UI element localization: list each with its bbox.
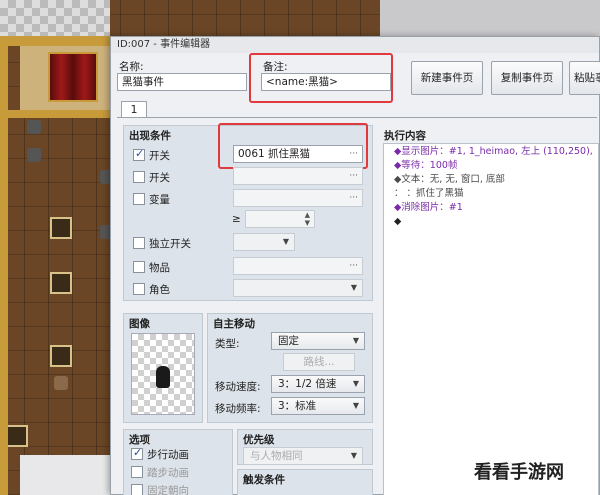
- frequency-value: 3：标准: [278, 400, 317, 412]
- variable-label: 变量: [149, 194, 170, 206]
- tab-page-1[interactable]: 1: [121, 101, 147, 117]
- window-tile: [50, 345, 72, 367]
- chair-sprite: [27, 120, 41, 134]
- frequency-label: 移动频率:: [215, 403, 261, 415]
- contents-list[interactable]: ◆显示图片：#1, 1_heimao, 左上 (110,250), ◆等待：10…: [383, 143, 599, 495]
- chevron-down-icon: ▼: [350, 283, 357, 292]
- priority-title: 优先级: [243, 434, 275, 446]
- command-line-2[interactable]: ◆文本：无, 无, 窗口, 底部: [394, 174, 505, 186]
- priority-select[interactable]: 与人物相同 ▼: [243, 447, 363, 465]
- ellipsis-icon: ···: [349, 193, 358, 203]
- chevron-down-icon: ▼: [350, 451, 357, 460]
- speed-select[interactable]: 3：1/2 倍速 ▼: [271, 375, 365, 393]
- chair-sprite: [27, 148, 41, 162]
- variable-checkbox[interactable]: [133, 193, 145, 205]
- command-line-4[interactable]: ◆消除图片：#1: [394, 202, 463, 214]
- item-field: ···: [233, 257, 363, 275]
- ge-symbol: ≥: [232, 213, 241, 225]
- paste-page-button[interactable]: 粘贴事: [569, 61, 600, 95]
- switch1-checkbox[interactable]: [133, 147, 145, 161]
- variable-value-spinner: ▲ ▼: [245, 210, 315, 228]
- window-title: ID:007 - 事件编辑器: [111, 37, 599, 53]
- red-curtain: [48, 52, 98, 102]
- chevron-down-icon: ▼: [352, 379, 359, 388]
- actor-label: 角色: [149, 284, 170, 296]
- switch2-label: 开关: [149, 172, 170, 184]
- highlight-note: [249, 53, 393, 103]
- black-cat-sprite: [156, 366, 170, 388]
- self-switch-label: 独立开关: [149, 238, 191, 250]
- window-tile: [50, 217, 72, 239]
- event-editor-window: ID:007 - 事件编辑器 名称: 黑猫事件 备注: <name:黑猫> 新建…: [110, 36, 600, 495]
- autonomous-title: 自主移动: [213, 318, 255, 330]
- spinner-arrows-icon: ▲ ▼: [304, 211, 310, 227]
- chevron-down-icon: ▼: [352, 336, 359, 345]
- ellipsis-icon: ···: [349, 261, 358, 271]
- command-line-5[interactable]: ◆: [394, 216, 401, 228]
- watermark-logo: 看看手游网: [474, 462, 564, 483]
- actor-checkbox[interactable]: [133, 283, 145, 295]
- chevron-down-icon: ▼: [352, 401, 359, 410]
- route-button: 路线...: [283, 353, 355, 371]
- type-select[interactable]: 固定 ▼: [271, 332, 365, 350]
- character-sprite: [54, 376, 68, 390]
- direction-fix-label: 固定朝向: [147, 485, 189, 495]
- floor-segment: [20, 455, 110, 495]
- item-checkbox[interactable]: [133, 261, 145, 273]
- options-title: 选项: [129, 434, 150, 446]
- type-value: 固定: [278, 335, 299, 347]
- wooden-pillar: [0, 36, 8, 495]
- contents-title: 执行内容: [384, 130, 426, 142]
- trigger-title: 触发条件: [243, 474, 285, 486]
- self-switch-select: ▼: [233, 233, 295, 251]
- switch2-checkbox[interactable]: [133, 171, 145, 183]
- chevron-down-icon: ▼: [282, 237, 289, 246]
- tab-divider: [117, 117, 597, 118]
- item-label: 物品: [149, 262, 170, 274]
- command-line-0[interactable]: ◆显示图片：#1, 1_heimao, 左上 (110,250),: [394, 146, 593, 158]
- variable-field: ···: [233, 189, 363, 207]
- copy-page-button[interactable]: 复制事件页: [491, 61, 563, 95]
- event-image-preview[interactable]: [131, 333, 195, 415]
- image-title: 图像: [129, 318, 150, 330]
- self-switch-checkbox[interactable]: [133, 237, 145, 249]
- switch1-label: 开关: [149, 150, 170, 162]
- frequency-select[interactable]: 3：标准 ▼: [271, 397, 365, 415]
- name-field[interactable]: 黑猫事件: [117, 73, 247, 91]
- highlight-switch: [218, 123, 368, 169]
- speed-label: 移动速度:: [215, 381, 261, 393]
- stepping-anim-label: 踏步动画: [147, 467, 189, 479]
- ellipsis-icon: ···: [349, 171, 358, 181]
- command-line-1[interactable]: ◆等待：100帧: [394, 160, 457, 172]
- name-label: 名称:: [119, 61, 144, 73]
- command-line-3[interactable]: ： ：抓住了黑猫: [394, 188, 464, 200]
- transparent-tile-area: [0, 0, 110, 36]
- editor-gray-area: [380, 0, 600, 36]
- type-label: 类型:: [215, 338, 240, 350]
- conditions-title: 出现条件: [129, 130, 171, 142]
- wooden-beam: [0, 110, 110, 118]
- switch2-field: ···: [233, 167, 363, 185]
- window-tile: [6, 425, 28, 447]
- window-tile: [50, 272, 72, 294]
- walking-anim-checkbox[interactable]: [131, 446, 143, 460]
- direction-fix-checkbox[interactable]: [131, 484, 143, 495]
- stepping-anim-checkbox[interactable]: [131, 466, 143, 478]
- walking-anim-label: 步行动画: [147, 449, 189, 461]
- priority-value: 与人物相同: [250, 450, 303, 462]
- actor-select: ▼: [233, 279, 363, 297]
- new-page-button[interactable]: 新建事件页: [411, 61, 483, 95]
- wooden-beam: [0, 36, 110, 46]
- speed-value: 3：1/2 倍速: [278, 378, 337, 390]
